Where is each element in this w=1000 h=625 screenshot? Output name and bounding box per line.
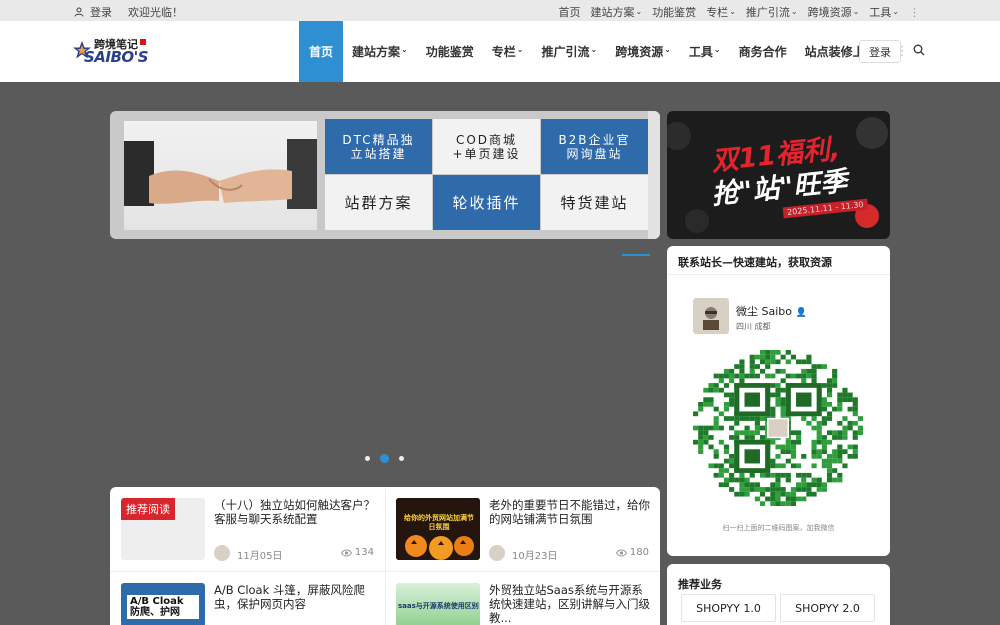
login-button[interactable]: 登录 bbox=[859, 40, 901, 63]
author-avatar bbox=[489, 545, 505, 561]
article-card[interactable]: A/B Cloak 防爬、护网 A/B Cloak 斗篷，屏蔽风险爬虫，保护网页… bbox=[110, 572, 385, 625]
recommended-business: 推荐业务 SHOPYY 1.0 SHOPYY 2.0 bbox=[667, 564, 890, 625]
article-card[interactable]: 推荐阅读 （十八）独立站如何触达客户？客服与聊天系统配置 11月05日 134 bbox=[110, 487, 385, 571]
tile-site-group[interactable]: 站群方案 bbox=[325, 175, 432, 230]
logo-en-text: SAIBO'S bbox=[84, 48, 149, 66]
article-title[interactable]: （十八）独立站如何触达客户？客服与聊天系统配置 bbox=[214, 498, 376, 526]
tile-b2b[interactable]: B2B企业官网询盘站 bbox=[541, 119, 648, 174]
verified-user-icon: 👤 bbox=[795, 308, 807, 318]
thumb-caption: 给你的外贸网站加满节日氛围 bbox=[404, 514, 474, 531]
wechat-qr-code bbox=[693, 350, 863, 506]
shopyy-1-button[interactable]: SHOPYY 1.0 bbox=[681, 594, 776, 622]
top-utility-bar: 登录 欢迎光临！ 首页 建站方案 功能鉴赏 专栏 推广引流 跨境资源 工具 ⋮ bbox=[0, 0, 1000, 21]
article-card[interactable]: 给你的外贸网站加满节日氛围 老外的重要节日不能错过，给你的网站铺满节日氛围 10… bbox=[385, 487, 660, 571]
nav-item-home[interactable]: 首页 bbox=[299, 21, 344, 82]
topbar-links: 首页 建站方案 功能鉴赏 专栏 推广引流 跨境资源 工具 ⋮ bbox=[558, 4, 920, 20]
article-thumb[interactable]: A/B Cloak 防爬、护网 bbox=[121, 583, 205, 625]
tile-dtc[interactable]: DTC精品独立站搭建 bbox=[325, 119, 432, 174]
topbar-link-home[interactable]: 首页 bbox=[558, 4, 580, 20]
avatar[interactable] bbox=[693, 298, 729, 334]
contact-title: 联系站长—快速建站，获取资源 bbox=[678, 256, 832, 269]
contact-name: 微尘 Saibo 👤 bbox=[736, 305, 807, 318]
slider-dot-1[interactable] bbox=[365, 456, 370, 461]
main-header: 跨境笔记 SAIBO'S 首页 建站方案 功能鉴赏 专栏 推广引流 跨境资源 工… bbox=[0, 21, 1000, 82]
slider-dots bbox=[365, 454, 404, 463]
topbar-link-promotion[interactable]: 推广引流 bbox=[746, 4, 798, 20]
thumb-caption: saas与开源系统使用区别 bbox=[398, 602, 479, 610]
tile-special[interactable]: 特货建站 bbox=[541, 175, 648, 230]
search-icon[interactable] bbox=[913, 44, 925, 56]
topbar-link-solutions[interactable]: 建站方案 bbox=[590, 4, 642, 20]
welcome-text: 欢迎光临！ bbox=[128, 6, 183, 19]
article-title[interactable]: 老外的重要节日不能错过，给你的网站铺满节日氛围 bbox=[489, 498, 651, 526]
tile-plugin[interactable]: 轮收插件 bbox=[433, 175, 540, 230]
eye-icon bbox=[615, 549, 627, 556]
article-title[interactable]: A/B Cloak 斗篷，屏蔽风险爬虫，保护网页内容 bbox=[214, 583, 376, 611]
slider-indicator-line bbox=[622, 254, 650, 256]
nav-item-columns[interactable]: 专栏 bbox=[483, 21, 533, 82]
article-title[interactable]: 外贸独立站Saas系统与开源系统快速建站，区别讲解与入门级教... bbox=[489, 583, 651, 625]
topbar-link-tools[interactable]: 工具 bbox=[869, 4, 899, 20]
nav-item-promotion[interactable]: 推广引流 bbox=[532, 21, 606, 82]
business-title: 推荐业务 bbox=[678, 578, 722, 591]
thumb-caption: A/B Cloak 防爬、护网 bbox=[127, 595, 199, 619]
slider-dot-2[interactable] bbox=[380, 454, 389, 463]
slider-dot-3[interactable] bbox=[399, 456, 404, 461]
article-card[interactable]: saas与开源系统使用区别 外贸独立站Saas系统与开源系统快速建站，区别讲解与… bbox=[385, 572, 660, 625]
eye-icon bbox=[340, 549, 352, 556]
qr-hint: 扫一扫上面的二维码图案，加我微信 bbox=[722, 524, 835, 532]
topbar-link-resources[interactable]: 跨境资源 bbox=[808, 4, 860, 20]
contact-location: 四川 成都 bbox=[736, 322, 771, 331]
article-thumb[interactable]: saas与开源系统使用区别 bbox=[396, 583, 480, 625]
topbar-more-icon[interactable]: ⋮ bbox=[909, 6, 920, 19]
recommended-badge: 推荐阅读 bbox=[121, 498, 175, 520]
nav-item-business[interactable]: 商务合作 bbox=[730, 21, 796, 82]
topbar-link-columns[interactable]: 专栏 bbox=[706, 4, 736, 20]
shopyy-2-button[interactable]: SHOPYY 2.0 bbox=[780, 594, 875, 622]
article-thumb[interactable]: 推荐阅读 bbox=[121, 498, 205, 560]
article-views: 180 bbox=[615, 547, 649, 558]
site-logo[interactable]: 跨境笔记 SAIBO'S bbox=[72, 36, 152, 68]
article-grid: 推荐阅读 （十八）独立站如何触达客户？客服与聊天系统配置 11月05日 134 … bbox=[110, 487, 660, 625]
logo-red-mark bbox=[140, 39, 146, 45]
nav-item-resources[interactable]: 跨境资源 bbox=[606, 21, 680, 82]
main-nav: 首页 建站方案 功能鉴赏 专栏 推广引流 跨境资源 工具 商务合作 站点装修上品… bbox=[299, 21, 919, 82]
article-date: 10月23日 bbox=[512, 551, 558, 562]
article-views: 134 bbox=[340, 547, 374, 558]
nav-item-features[interactable]: 功能鉴赏 bbox=[417, 21, 483, 82]
solutions-grid: DTC精品独立站搭建 COD商城+单页建设 B2B企业官网询盘站 站群方案 轮收… bbox=[325, 119, 648, 231]
user-icon bbox=[74, 7, 84, 17]
nav-item-tools[interactable]: 工具 bbox=[680, 21, 730, 82]
handshake-image bbox=[124, 121, 317, 230]
topbar-link-features[interactable]: 功能鉴赏 bbox=[652, 4, 696, 20]
article-thumb[interactable]: 给你的外贸网站加满节日氛围 bbox=[396, 498, 480, 560]
topbar-left: 登录 欢迎光临！ bbox=[74, 4, 183, 20]
article-date: 11月05日 bbox=[237, 551, 283, 562]
banner-edge bbox=[648, 111, 660, 239]
hero-banner[interactable]: DTC精品独立站搭建 COD商城+单页建设 B2B企业官网询盘站 站群方案 轮收… bbox=[110, 111, 660, 239]
contact-divider bbox=[667, 274, 890, 275]
topbar-login-link[interactable]: 登录 bbox=[90, 4, 112, 20]
contact-card: 联系站长—快速建站，获取资源 微尘 Saibo 👤 四川 成都 扫一扫上面的二维… bbox=[667, 246, 890, 556]
author-avatar bbox=[214, 545, 230, 561]
promo-banner[interactable]: 双11福利, 抢"站"旺季 2025.11.11 - 11.30 bbox=[667, 111, 890, 239]
nav-item-solutions[interactable]: 建站方案 bbox=[343, 21, 417, 82]
tile-cod[interactable]: COD商城+单页建设 bbox=[433, 119, 540, 174]
